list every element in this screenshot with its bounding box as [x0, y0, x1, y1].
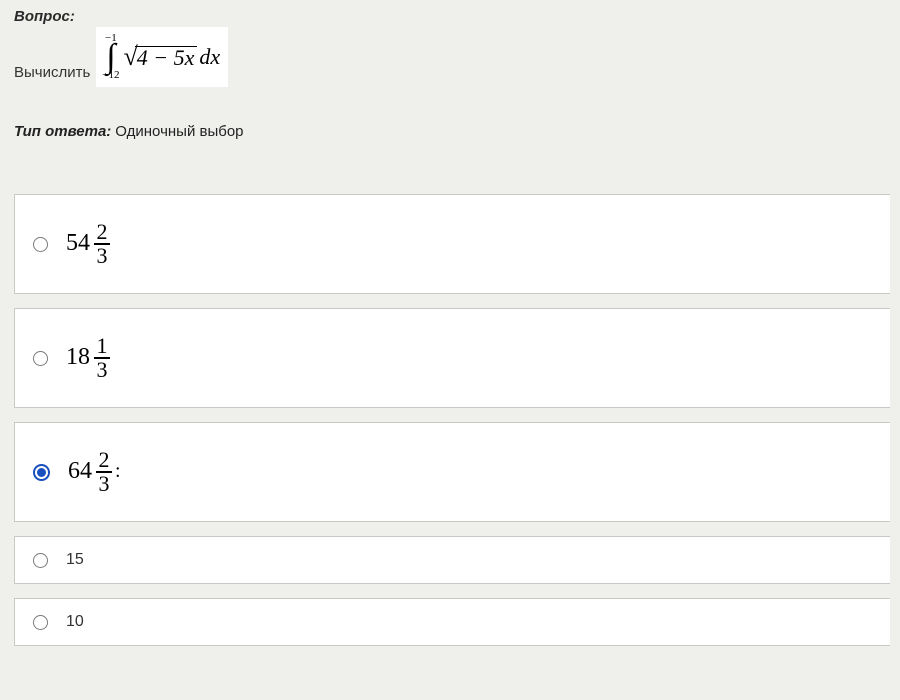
radio-icon[interactable] [33, 615, 48, 630]
options-list: 54 2 3 18 1 3 [14, 194, 890, 646]
option-3[interactable]: 64 2 3 : [14, 422, 890, 522]
integral-expression: −1 ∫ −12 √ 4 − 5x dx [96, 27, 228, 87]
option-value: 64 2 3 : [68, 450, 121, 493]
option-whole: 64 [68, 458, 92, 485]
option-value: 18 1 3 [66, 336, 110, 379]
integral-lower-bound: −12 [102, 70, 119, 81]
fraction-den: 3 [97, 360, 108, 380]
fraction-den: 3 [97, 246, 108, 266]
radio-icon[interactable] [33, 351, 48, 366]
sqrt-radicand: 4 − 5x [135, 46, 198, 69]
option-whole: 18 [66, 344, 90, 371]
answer-type-label: Тип ответа: [14, 123, 111, 140]
fraction-den: 3 [99, 474, 110, 494]
radio-icon[interactable] [33, 237, 48, 252]
integral-sign: −1 ∫ −12 [102, 33, 119, 81]
differential: dx [199, 46, 220, 68]
option-trail: : [115, 460, 121, 483]
radio-icon[interactable] [33, 553, 48, 568]
option-1[interactable]: 54 2 3 [14, 194, 890, 294]
compute-word: Вычислить [14, 64, 90, 87]
option-fraction: 2 3 [94, 222, 110, 265]
question-content: Вычислить −1 ∫ −12 √ 4 − 5x dx [14, 27, 890, 87]
option-2[interactable]: 18 1 3 [14, 308, 890, 408]
answer-type-value: Одиночный выбор [115, 123, 243, 140]
fraction-num: 2 [99, 450, 110, 470]
option-5[interactable]: 10 [14, 598, 890, 646]
integral-symbol-icon: ∫ [106, 42, 115, 72]
fraction-num: 1 [97, 336, 108, 356]
option-fraction: 1 3 [94, 336, 110, 379]
option-whole: 54 [66, 230, 90, 257]
question-label: Вопрос: [14, 8, 890, 25]
answer-type-row: Тип ответа:Одиночный выбор [14, 123, 890, 140]
option-value: 10 [66, 613, 84, 631]
option-value: 54 2 3 [66, 222, 110, 265]
sqrt-expression: √ 4 − 5x [124, 46, 198, 69]
option-fraction: 2 3 [96, 450, 112, 493]
option-4[interactable]: 15 [14, 536, 890, 584]
fraction-num: 2 [97, 222, 108, 242]
radio-icon[interactable] [33, 464, 50, 481]
option-value: 15 [66, 551, 84, 569]
